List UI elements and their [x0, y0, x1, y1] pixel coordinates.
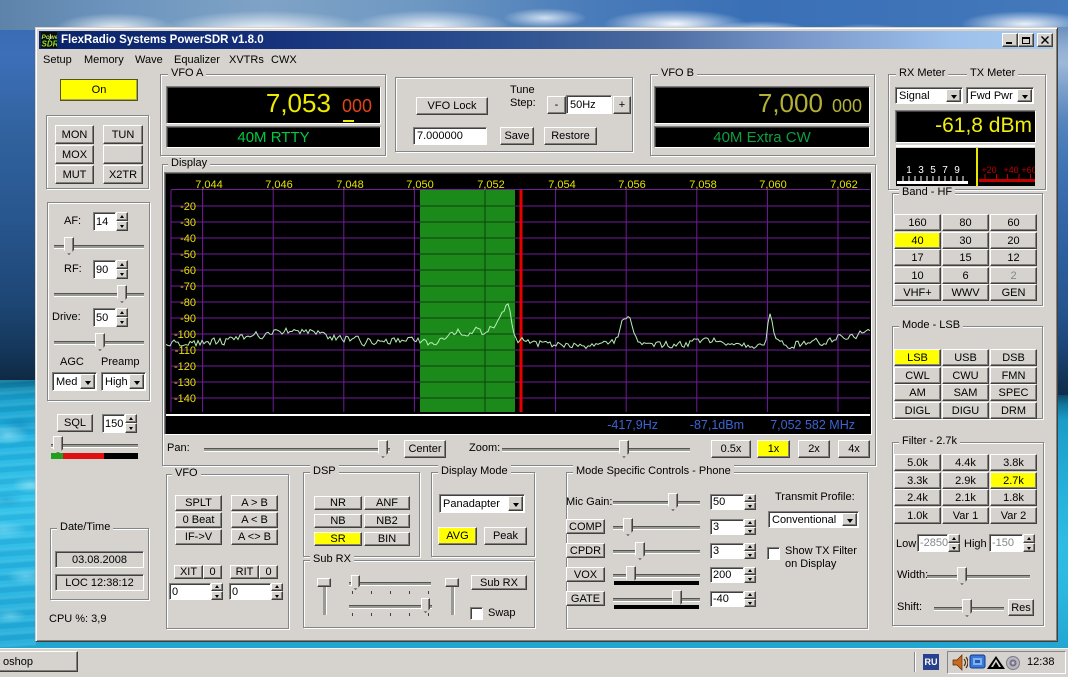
svg-text:5: 5 — [930, 165, 936, 176]
svg-text:7,052: 7,052 — [477, 179, 505, 191]
svg-text:-110: -110 — [175, 345, 196, 357]
svg-text:-140: -140 — [174, 393, 196, 405]
svg-text:+20: +20 — [981, 165, 996, 175]
svg-text:7: 7 — [942, 165, 948, 176]
svg-text:7,062: 7,062 — [830, 179, 858, 191]
svg-text:-120: -120 — [174, 361, 196, 373]
svg-text:7,052 582 MHz: 7,052 582 MHz — [770, 418, 855, 432]
svg-text:-70: -70 — [180, 281, 196, 293]
svg-text:+60: +60 — [1021, 165, 1035, 175]
svg-text:-417,9Hz: -417,9Hz — [607, 418, 658, 432]
svg-text:-30: -30 — [180, 217, 196, 229]
svg-text:7,054: 7,054 — [548, 179, 576, 191]
svg-text:-40: -40 — [180, 233, 196, 245]
svg-text:-90: -90 — [180, 313, 196, 325]
svg-text:3: 3 — [918, 165, 924, 176]
svg-text:9: 9 — [954, 165, 960, 176]
svg-text:-20: -20 — [180, 201, 196, 213]
svg-text:-100: -100 — [174, 329, 196, 341]
svg-text:1: 1 — [906, 165, 912, 176]
svg-text:7,046: 7,046 — [265, 179, 293, 191]
svg-text:7,058: 7,058 — [689, 179, 717, 191]
svg-text:-50: -50 — [180, 249, 196, 261]
svg-text:-87,1dBm: -87,1dBm — [690, 418, 744, 432]
svg-text:SDR: SDR — [42, 40, 58, 49]
svg-text:+40: +40 — [1003, 165, 1018, 175]
svg-text:7,050: 7,050 — [406, 179, 434, 191]
svg-text:7,044: 7,044 — [195, 179, 223, 191]
svg-text:-130: -130 — [174, 377, 196, 389]
svg-text:7,048: 7,048 — [336, 179, 364, 191]
svg-text:7,056: 7,056 — [618, 179, 646, 191]
svg-text:-60: -60 — [180, 265, 196, 277]
svg-text:-80: -80 — [180, 297, 196, 309]
svg-text:7,060: 7,060 — [759, 179, 787, 191]
